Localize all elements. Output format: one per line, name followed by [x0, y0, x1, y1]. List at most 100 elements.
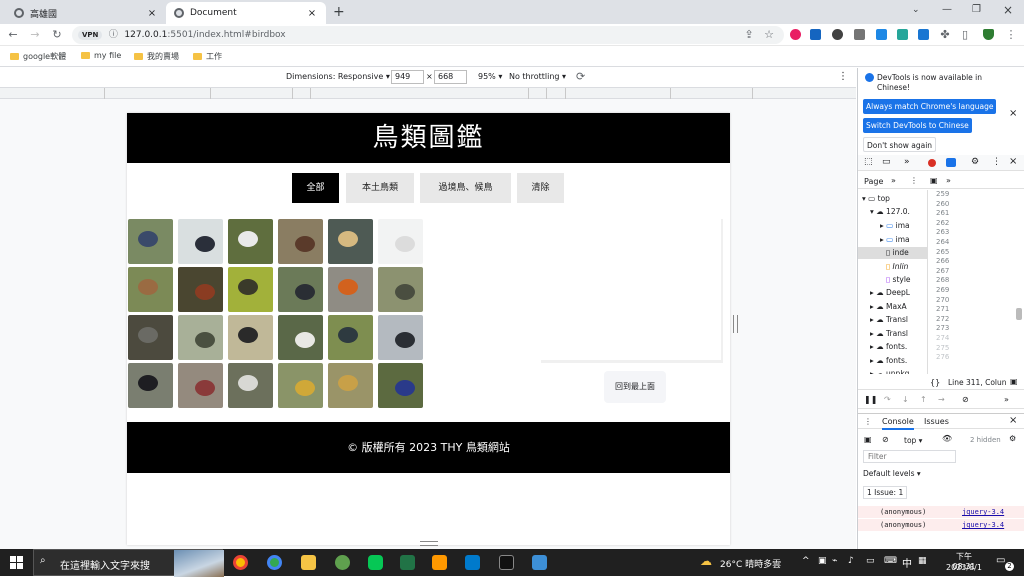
app-icon[interactable] [532, 555, 547, 570]
line-number[interactable]: 262 [936, 219, 949, 227]
back-to-top-button[interactable]: 回到最上面 [604, 371, 666, 403]
line-number[interactable]: 263 [936, 228, 949, 236]
rotate-icon[interactable]: ⟳ [576, 70, 585, 83]
minimize-icon[interactable]: — [942, 4, 952, 15]
line-number[interactable]: 260 [936, 200, 949, 208]
share-icon[interactable]: ⇪ [742, 28, 756, 42]
more-tabs-icon[interactable]: » [891, 176, 896, 185]
ime-mode-icon[interactable]: ▦ [918, 556, 927, 566]
volume-icon[interactable]: ♪ [848, 556, 854, 566]
device-toggle-icon[interactable]: ▭ [882, 157, 891, 167]
new-tab-button[interactable]: + [333, 4, 345, 20]
bird-thumbnail[interactable] [378, 219, 423, 264]
line-icon[interactable] [368, 555, 383, 570]
ruler-segment[interactable] [565, 88, 566, 99]
bookmark-item[interactable]: my file [81, 51, 121, 60]
extension-icon-1[interactable] [790, 29, 801, 40]
vscode-icon[interactable] [465, 555, 480, 570]
sidepanel-icon[interactable]: ▯ [958, 28, 972, 42]
more-tabs-icon[interactable]: » [946, 176, 951, 185]
line-number[interactable]: 264 [936, 238, 949, 246]
line-number[interactable]: 276 [936, 353, 949, 361]
resize-handle-right[interactable] [733, 315, 738, 333]
battery-icon[interactable]: ▭ [866, 556, 875, 566]
line-number[interactable]: 268 [936, 276, 949, 284]
console-filter-input[interactable] [863, 450, 956, 463]
extension-icon-6[interactable] [897, 29, 908, 40]
bookmark-item[interactable]: 工作 [193, 51, 222, 62]
filter-clear-button[interactable]: 清除 [517, 173, 564, 203]
bird-thumbnail[interactable] [128, 219, 173, 264]
bird-thumbnail[interactable] [178, 315, 223, 360]
line-number[interactable]: 272 [936, 315, 949, 323]
gear-icon[interactable]: ⚙ [1009, 434, 1016, 443]
bird-thumbnail[interactable] [178, 219, 223, 264]
ruler-segment[interactable] [292, 88, 293, 99]
line-number[interactable]: 274 [936, 334, 949, 342]
ime-indicator[interactable]: 中 [902, 555, 912, 570]
match-language-button[interactable]: Always match Chrome's language [863, 99, 997, 114]
page-tab[interactable]: Page [864, 177, 883, 186]
step-out-icon[interactable]: ↑ [920, 395, 927, 404]
log-levels-select[interactable]: Default levels ▾ [863, 469, 921, 478]
bird-thumbnail[interactable] [228, 219, 273, 264]
bird-thumbnail[interactable] [278, 363, 323, 408]
issues-counter[interactable]: 1 Issue: 1 [863, 486, 908, 499]
zoom-select[interactable]: 95% ▾ [478, 72, 502, 81]
address-bar[interactable]: VPN ⓘ 127.0.0.1:5501/index.html#birdbox [72, 26, 784, 44]
error-badge-icon[interactable] [928, 159, 936, 167]
line-number[interactable]: 269 [936, 286, 949, 294]
step-over-icon[interactable]: ↷ [884, 395, 891, 404]
coverage-icon[interactable]: ▣ [1010, 377, 1018, 386]
bird-thumbnail[interactable] [228, 315, 273, 360]
deactivate-breakpoints-icon[interactable]: ⊘ [962, 395, 969, 404]
ruler-segment[interactable] [528, 88, 529, 99]
step-into-icon[interactable]: ↓ [902, 395, 909, 404]
bird-thumbnail[interactable] [278, 315, 323, 360]
throttle-select[interactable]: No throttling ▾ [509, 72, 566, 81]
bookmark-item[interactable]: 我的賣場 [134, 51, 179, 62]
menu-kebab-icon[interactable]: ⋮ [910, 176, 918, 185]
bird-thumbnail[interactable] [378, 315, 423, 360]
inspect-icon[interactable]: ⬚ [864, 157, 873, 167]
line-number[interactable]: 259 [936, 190, 949, 198]
stack-frame-link[interactable]: jquery-3.4 [962, 508, 1004, 516]
network-icon[interactable]: ⌁ [832, 556, 837, 566]
line-number[interactable]: 270 [936, 296, 949, 304]
line-number[interactable]: 266 [936, 257, 949, 265]
sidebar-toggle-icon[interactable]: ▣ [864, 435, 872, 444]
line-number[interactable]: 273 [936, 324, 949, 332]
switch-language-button[interactable]: Switch DevTools to Chinese [863, 118, 972, 133]
bird-thumbnail[interactable] [128, 363, 173, 408]
bird-thumbnail[interactable] [328, 315, 373, 360]
bird-thumbnail[interactable] [378, 363, 423, 408]
url-text[interactable]: 127.0.0.1:5501/index.html#birdbox [124, 30, 285, 40]
filter-all-button[interactable]: 全部 [292, 173, 339, 203]
dimensions-select[interactable]: Dimensions: Responsive ▾ [286, 72, 390, 81]
window-close-icon[interactable]: × [1003, 3, 1013, 17]
ruler-segment[interactable] [210, 88, 211, 99]
bird-thumbnail[interactable] [128, 315, 173, 360]
back-arrow-icon[interactable]: ← [6, 28, 20, 42]
forward-arrow-icon[interactable]: → [28, 28, 42, 42]
gear-icon[interactable]: ⚙ [971, 157, 979, 167]
filter-migratory-button[interactable]: 過境鳥、候鳥 [420, 173, 511, 203]
bird-thumbnail[interactable] [278, 267, 323, 312]
message-badge-icon[interactable] [946, 158, 956, 167]
menu-kebab-icon[interactable]: ⋮ [1004, 28, 1018, 42]
bird-thumbnail[interactable] [278, 219, 323, 264]
bookmark-item[interactable]: google軟體 [10, 51, 66, 62]
extension-icon-3[interactable] [832, 29, 843, 40]
bird-thumbnail[interactable] [178, 267, 223, 312]
close-icon[interactable]: × [146, 8, 158, 19]
ruler-segment[interactable] [546, 88, 547, 99]
tray-icon[interactable]: ▣ [818, 556, 827, 566]
issues-tab[interactable]: Issues [924, 417, 949, 426]
line-number[interactable]: 261 [936, 209, 949, 217]
menu-kebab-icon[interactable]: ⋮ [864, 417, 872, 426]
bird-thumbnail[interactable] [328, 267, 373, 312]
bird-thumbnail[interactable] [328, 219, 373, 264]
shield-icon[interactable] [983, 29, 994, 40]
context-select[interactable]: top ▾ [904, 436, 922, 445]
keyboard-icon[interactable]: ⌨ [884, 556, 897, 566]
